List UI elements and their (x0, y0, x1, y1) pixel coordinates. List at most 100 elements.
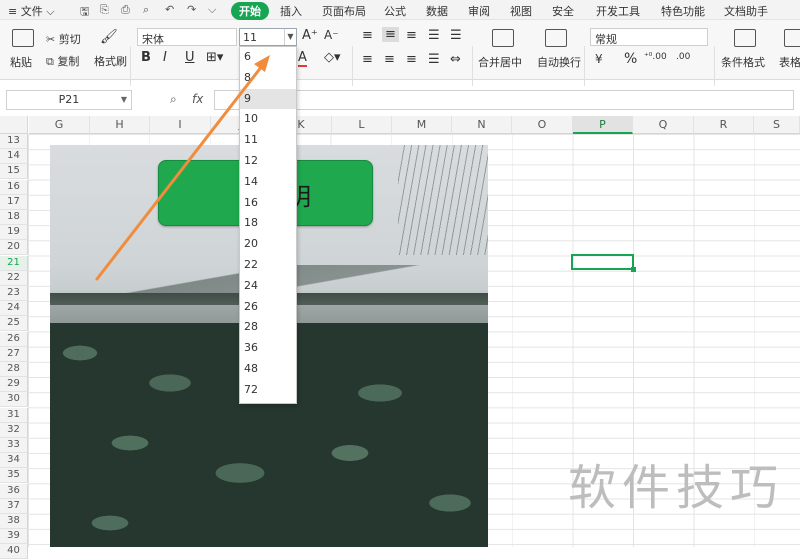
column-header-r[interactable]: R (694, 116, 754, 134)
column-header-h[interactable]: H (90, 116, 150, 134)
row-header-28[interactable]: 28 (0, 362, 28, 377)
align-left-icon[interactable]: ≡ (362, 52, 373, 67)
table-style-button[interactable]: 表格 (779, 54, 800, 70)
wrap-text-button[interactable]: 自动换行 (537, 54, 581, 70)
row-header-38[interactable]: 38 (0, 514, 28, 529)
row-header-33[interactable]: 33 (0, 438, 28, 453)
row-header-16[interactable]: 16 (0, 179, 28, 195)
row-header-26[interactable]: 26 (0, 331, 28, 347)
row-header-23[interactable]: 23 (0, 286, 28, 301)
font-size-option-22[interactable]: 22 (240, 255, 296, 276)
row-header-30[interactable]: 30 (0, 392, 28, 408)
column-header-p[interactable]: P (573, 116, 633, 134)
column-header-g[interactable]: G (29, 116, 90, 134)
border-icon[interactable]: ⊞▾ (206, 50, 223, 65)
font-size-option-48[interactable]: 48 (240, 359, 296, 380)
redo-icon[interactable]: ↷ (187, 3, 196, 16)
bold-button[interactable]: B (141, 50, 151, 65)
conditional-format-icon[interactable] (734, 29, 756, 47)
row-header-35[interactable]: 35 (0, 468, 28, 484)
table-style-icon[interactable] (784, 29, 800, 47)
selected-cell[interactable] (571, 254, 636, 272)
tab-page-layout[interactable]: 页面布局 (322, 3, 366, 19)
row-header-25[interactable]: 25 (0, 316, 28, 332)
font-size-option-8[interactable]: 8 (240, 68, 296, 89)
row-header-17[interactable]: 17 (0, 194, 28, 210)
column-header-q[interactable]: Q (633, 116, 694, 134)
shrink-font-button[interactable]: A⁻ (324, 28, 339, 42)
tab-home[interactable]: 开始 (231, 2, 269, 20)
tab-developer[interactable]: 开发工具 (596, 3, 640, 19)
file-menu[interactable]: ≡ 文件 ⌵ (8, 3, 55, 19)
eraser-icon[interactable]: ◇▾ (324, 50, 341, 65)
row-header-15[interactable]: 15 (0, 164, 28, 180)
indent-icon[interactable]: ☰ (428, 28, 440, 43)
font-size-option-16[interactable]: 16 (240, 193, 296, 214)
zoom-icon[interactable]: ⌕ (170, 92, 177, 107)
chevron-down-icon[interactable]: ▼ (121, 91, 127, 109)
tab-view[interactable]: 视图 (510, 3, 532, 19)
percent-button[interactable]: % (624, 51, 637, 67)
align-right-icon[interactable]: ≡ (406, 52, 417, 67)
currency-button[interactable]: ¥ (595, 52, 603, 66)
font-size-option-26[interactable]: 26 (240, 297, 296, 318)
formula-input[interactable] (214, 90, 794, 110)
column-header-l[interactable]: L (332, 116, 392, 134)
select-all-corner[interactable] (0, 116, 28, 134)
chevron-down-icon[interactable]: ▼ (284, 29, 296, 45)
row-header-29[interactable]: 29 (0, 377, 28, 393)
row-header-32[interactable]: 32 (0, 422, 28, 438)
tab-formulas[interactable]: 公式 (384, 3, 406, 19)
outdent-icon[interactable]: ☰ (450, 28, 462, 43)
cut-button[interactable]: ✂ 剪切 (46, 31, 81, 47)
column-header-o[interactable]: O (512, 116, 573, 134)
font-size-option-12[interactable]: 12 (240, 151, 296, 172)
font-size-option-28[interactable]: 28 (240, 317, 296, 338)
tab-security[interactable]: 安全 (552, 3, 574, 19)
merge-center-button[interactable]: 合并居中 (478, 54, 522, 70)
name-box[interactable]: P21 ▼ (6, 90, 132, 110)
font-size-option-18[interactable]: 18 (240, 213, 296, 234)
row-header-27[interactable]: 27 (0, 346, 28, 362)
tab-doc-assistant[interactable]: 文档助手 (724, 3, 768, 19)
row-header-14[interactable]: 14 (0, 149, 28, 165)
row-header-34[interactable]: 34 (0, 453, 28, 469)
justify-icon[interactable]: ☰ (428, 52, 440, 67)
tab-special-features[interactable]: 特色功能 (661, 3, 705, 19)
print-icon[interactable]: ⎙ (121, 3, 130, 17)
font-size-option-6[interactable]: 6 (240, 47, 296, 68)
format-painter-button[interactable]: 格式刷 (94, 53, 127, 69)
font-size-option-72[interactable]: 72 (240, 380, 296, 401)
column-header-i[interactable]: I (150, 116, 211, 134)
underline-button[interactable]: U (185, 50, 195, 65)
undo-icon[interactable]: ↶ (165, 3, 174, 16)
font-size-option-11[interactable]: 11 (240, 130, 296, 151)
tab-insert[interactable]: 插入 (280, 3, 302, 19)
paste-icon[interactable] (12, 29, 34, 47)
row-header-18[interactable]: 18 (0, 210, 28, 225)
font-size-option-20[interactable]: 20 (240, 234, 296, 255)
tab-review[interactable]: 审阅 (468, 3, 490, 19)
fx-icon[interactable]: fx (192, 92, 203, 106)
copy-button[interactable]: ⧉ 复制 (46, 53, 79, 69)
preview-icon[interactable]: ⌕ (143, 3, 149, 17)
wrap-text-icon[interactable] (545, 29, 567, 47)
increase-decimal-button[interactable]: ⁺⁰.00 (644, 52, 667, 62)
row-header-20[interactable]: 20 (0, 240, 28, 256)
row-header-24[interactable]: 24 (0, 301, 28, 317)
align-top-icon[interactable]: ≡ (362, 28, 373, 43)
grow-font-button[interactable]: A⁺ (302, 28, 318, 43)
font-size-option-9[interactable]: 9 (240, 88, 296, 110)
column-header-m[interactable]: M (392, 116, 452, 134)
row-header-37[interactable]: 37 (0, 498, 28, 514)
distribute-icon[interactable]: ⇔ (450, 52, 461, 67)
row-header-21[interactable]: 21 (0, 255, 28, 271)
row-header-36[interactable]: 36 (0, 483, 28, 499)
conditional-format-button[interactable]: 条件格式 (721, 54, 765, 70)
row-header-13[interactable]: 13 (0, 134, 28, 149)
font-size-option-10[interactable]: 10 (240, 109, 296, 130)
italic-button[interactable]: I (163, 50, 167, 65)
number-format-field[interactable]: 常规 (590, 28, 708, 46)
tab-data[interactable]: 数据 (426, 3, 448, 19)
quick-access-dropdown-icon[interactable]: ⌵ (208, 3, 216, 17)
